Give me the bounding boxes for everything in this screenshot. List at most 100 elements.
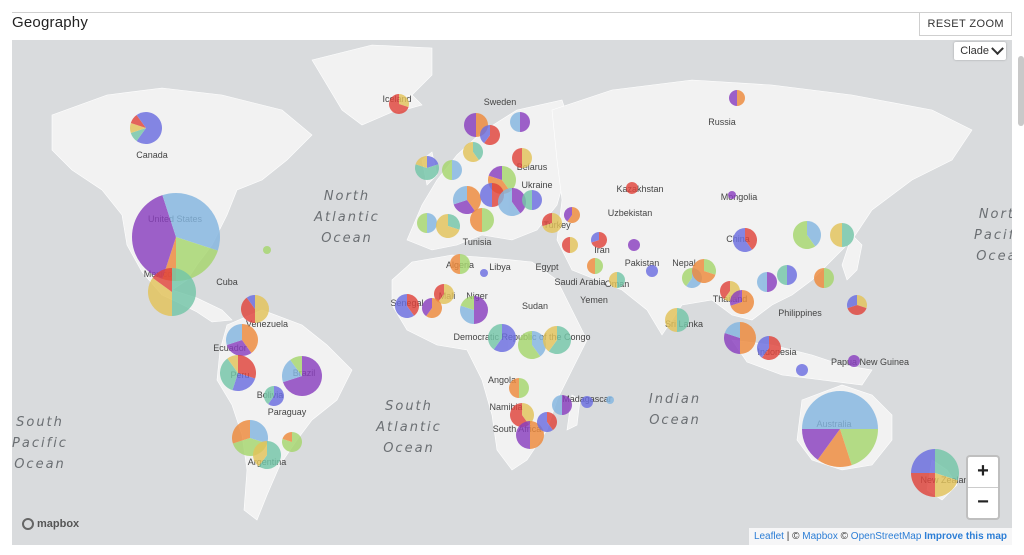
mapbox-link[interactable]: Mapbox bbox=[802, 531, 838, 542]
pie-slice bbox=[911, 449, 935, 473]
pie-marker[interactable] bbox=[628, 239, 640, 251]
pie-marker[interactable] bbox=[389, 94, 409, 115]
world-map[interactable]: North Atlantic Ocean South Atlantic Ocean Indi… bbox=[12, 40, 1012, 545]
pie-marker[interactable] bbox=[509, 378, 529, 398]
ocean-label: Ocean bbox=[14, 457, 66, 472]
pie-marker[interactable] bbox=[757, 272, 777, 292]
attribution-sep: © bbox=[837, 531, 851, 542]
country-label: Yemen bbox=[580, 295, 608, 305]
pie-slice bbox=[480, 269, 488, 277]
ocean-label: Ocean bbox=[976, 249, 1012, 264]
clade-dropdown-label: Clade bbox=[960, 45, 989, 57]
pie-marker[interactable] bbox=[665, 308, 689, 332]
pie-marker[interactable] bbox=[282, 356, 323, 396]
pie-marker[interactable] bbox=[793, 220, 822, 249]
zoom-out-button[interactable]: − bbox=[968, 488, 998, 518]
pie-marker[interactable] bbox=[436, 214, 460, 238]
zoom-control: + − bbox=[966, 455, 1000, 520]
pie-marker[interactable] bbox=[460, 296, 488, 324]
map-canvas[interactable]: North Atlantic Ocean South Atlantic Ocean Indi… bbox=[12, 40, 1012, 545]
pie-slice bbox=[728, 191, 736, 199]
pie-marker[interactable] bbox=[253, 441, 281, 469]
attribution-sep: | © bbox=[783, 531, 803, 542]
pie-marker[interactable] bbox=[562, 237, 578, 253]
pie-slice bbox=[646, 265, 658, 277]
pie-marker[interactable] bbox=[552, 395, 572, 415]
pie-slice bbox=[626, 182, 638, 194]
pie-marker[interactable] bbox=[480, 269, 488, 277]
pie-marker[interactable] bbox=[646, 265, 658, 277]
pie-marker[interactable] bbox=[911, 449, 959, 497]
pie-marker[interactable] bbox=[847, 295, 867, 316]
pie-marker[interactable] bbox=[498, 188, 526, 217]
pie-marker[interactable] bbox=[626, 182, 638, 194]
osm-link[interactable]: OpenStreetMap bbox=[851, 531, 922, 542]
pie-marker[interactable] bbox=[537, 412, 557, 432]
pie-marker[interactable] bbox=[729, 90, 745, 106]
pie-marker[interactable] bbox=[757, 336, 781, 360]
pie-marker[interactable] bbox=[796, 364, 808, 376]
country-label: Nepal bbox=[672, 258, 696, 268]
pie-marker[interactable] bbox=[848, 355, 860, 367]
pie-marker[interactable] bbox=[395, 294, 419, 319]
page-scrollbar[interactable] bbox=[1018, 56, 1024, 126]
country-label: Papua New Guinea bbox=[831, 357, 909, 367]
pie-marker[interactable] bbox=[450, 254, 470, 274]
clade-dropdown[interactable]: Clade bbox=[954, 41, 1006, 60]
pie-marker[interactable] bbox=[830, 223, 854, 247]
pie-marker[interactable] bbox=[470, 208, 494, 232]
pie-marker[interactable] bbox=[609, 272, 625, 288]
ocean-label: Pacific bbox=[974, 228, 1012, 243]
pie-marker[interactable] bbox=[226, 324, 258, 357]
pie-slice bbox=[848, 355, 860, 367]
pie-marker[interactable] bbox=[417, 213, 437, 233]
pie-marker[interactable] bbox=[241, 295, 269, 323]
pie-marker[interactable] bbox=[518, 331, 547, 359]
pie-marker[interactable] bbox=[587, 258, 603, 274]
reset-zoom-button[interactable]: RESET ZOOM bbox=[919, 12, 1012, 36]
ocean-label: Atlantic bbox=[375, 420, 442, 435]
leaflet-link[interactable]: Leaflet bbox=[754, 531, 784, 542]
pie-marker[interactable] bbox=[733, 228, 757, 253]
pie-marker[interactable] bbox=[264, 386, 284, 407]
pie-marker[interactable] bbox=[130, 112, 162, 144]
pie-marker[interactable] bbox=[606, 396, 614, 404]
country-label: Cuba bbox=[216, 277, 238, 287]
pie-marker[interactable] bbox=[522, 190, 542, 210]
pie-marker[interactable] bbox=[422, 298, 442, 319]
pie-marker[interactable] bbox=[487, 324, 516, 352]
pie-marker[interactable] bbox=[442, 160, 462, 180]
mapbox-icon bbox=[22, 518, 34, 530]
pie-marker[interactable] bbox=[263, 246, 271, 254]
ocean-label: North bbox=[324, 189, 370, 204]
pie-marker[interactable] bbox=[510, 112, 530, 132]
country-label: Sweden bbox=[484, 97, 517, 107]
pie-marker[interactable] bbox=[543, 326, 571, 354]
mapbox-logo[interactable]: mapbox bbox=[22, 518, 79, 530]
pie-marker[interactable] bbox=[479, 125, 500, 145]
pie-marker[interactable] bbox=[777, 265, 797, 285]
pie-marker[interactable] bbox=[581, 396, 593, 408]
pie-marker[interactable] bbox=[730, 290, 755, 315]
pie-marker[interactable] bbox=[802, 391, 878, 468]
pie-marker[interactable] bbox=[220, 355, 256, 391]
pie-marker[interactable] bbox=[132, 193, 221, 281]
pie-marker[interactable] bbox=[512, 148, 532, 168]
improve-map-link[interactable]: Improve this map bbox=[924, 531, 1007, 542]
pie-marker[interactable] bbox=[692, 259, 716, 283]
pie-marker[interactable] bbox=[148, 268, 196, 316]
pie-marker[interactable] bbox=[564, 207, 580, 223]
pie-marker[interactable] bbox=[591, 232, 607, 248]
pie-marker[interactable] bbox=[724, 322, 756, 354]
pie-marker[interactable] bbox=[542, 213, 563, 234]
pie-marker[interactable] bbox=[728, 191, 736, 199]
pie-marker[interactable] bbox=[282, 432, 302, 452]
land-greenland bbox=[311, 44, 433, 126]
zoom-in-button[interactable]: + bbox=[968, 457, 998, 488]
ocean-label: North bbox=[979, 207, 1012, 222]
country-label: Uzbekistan bbox=[608, 208, 653, 218]
pie-marker[interactable] bbox=[814, 268, 834, 288]
country-label: Kazakhstan bbox=[616, 184, 663, 194]
pie-marker[interactable] bbox=[415, 156, 439, 180]
pie-marker[interactable] bbox=[463, 142, 483, 162]
